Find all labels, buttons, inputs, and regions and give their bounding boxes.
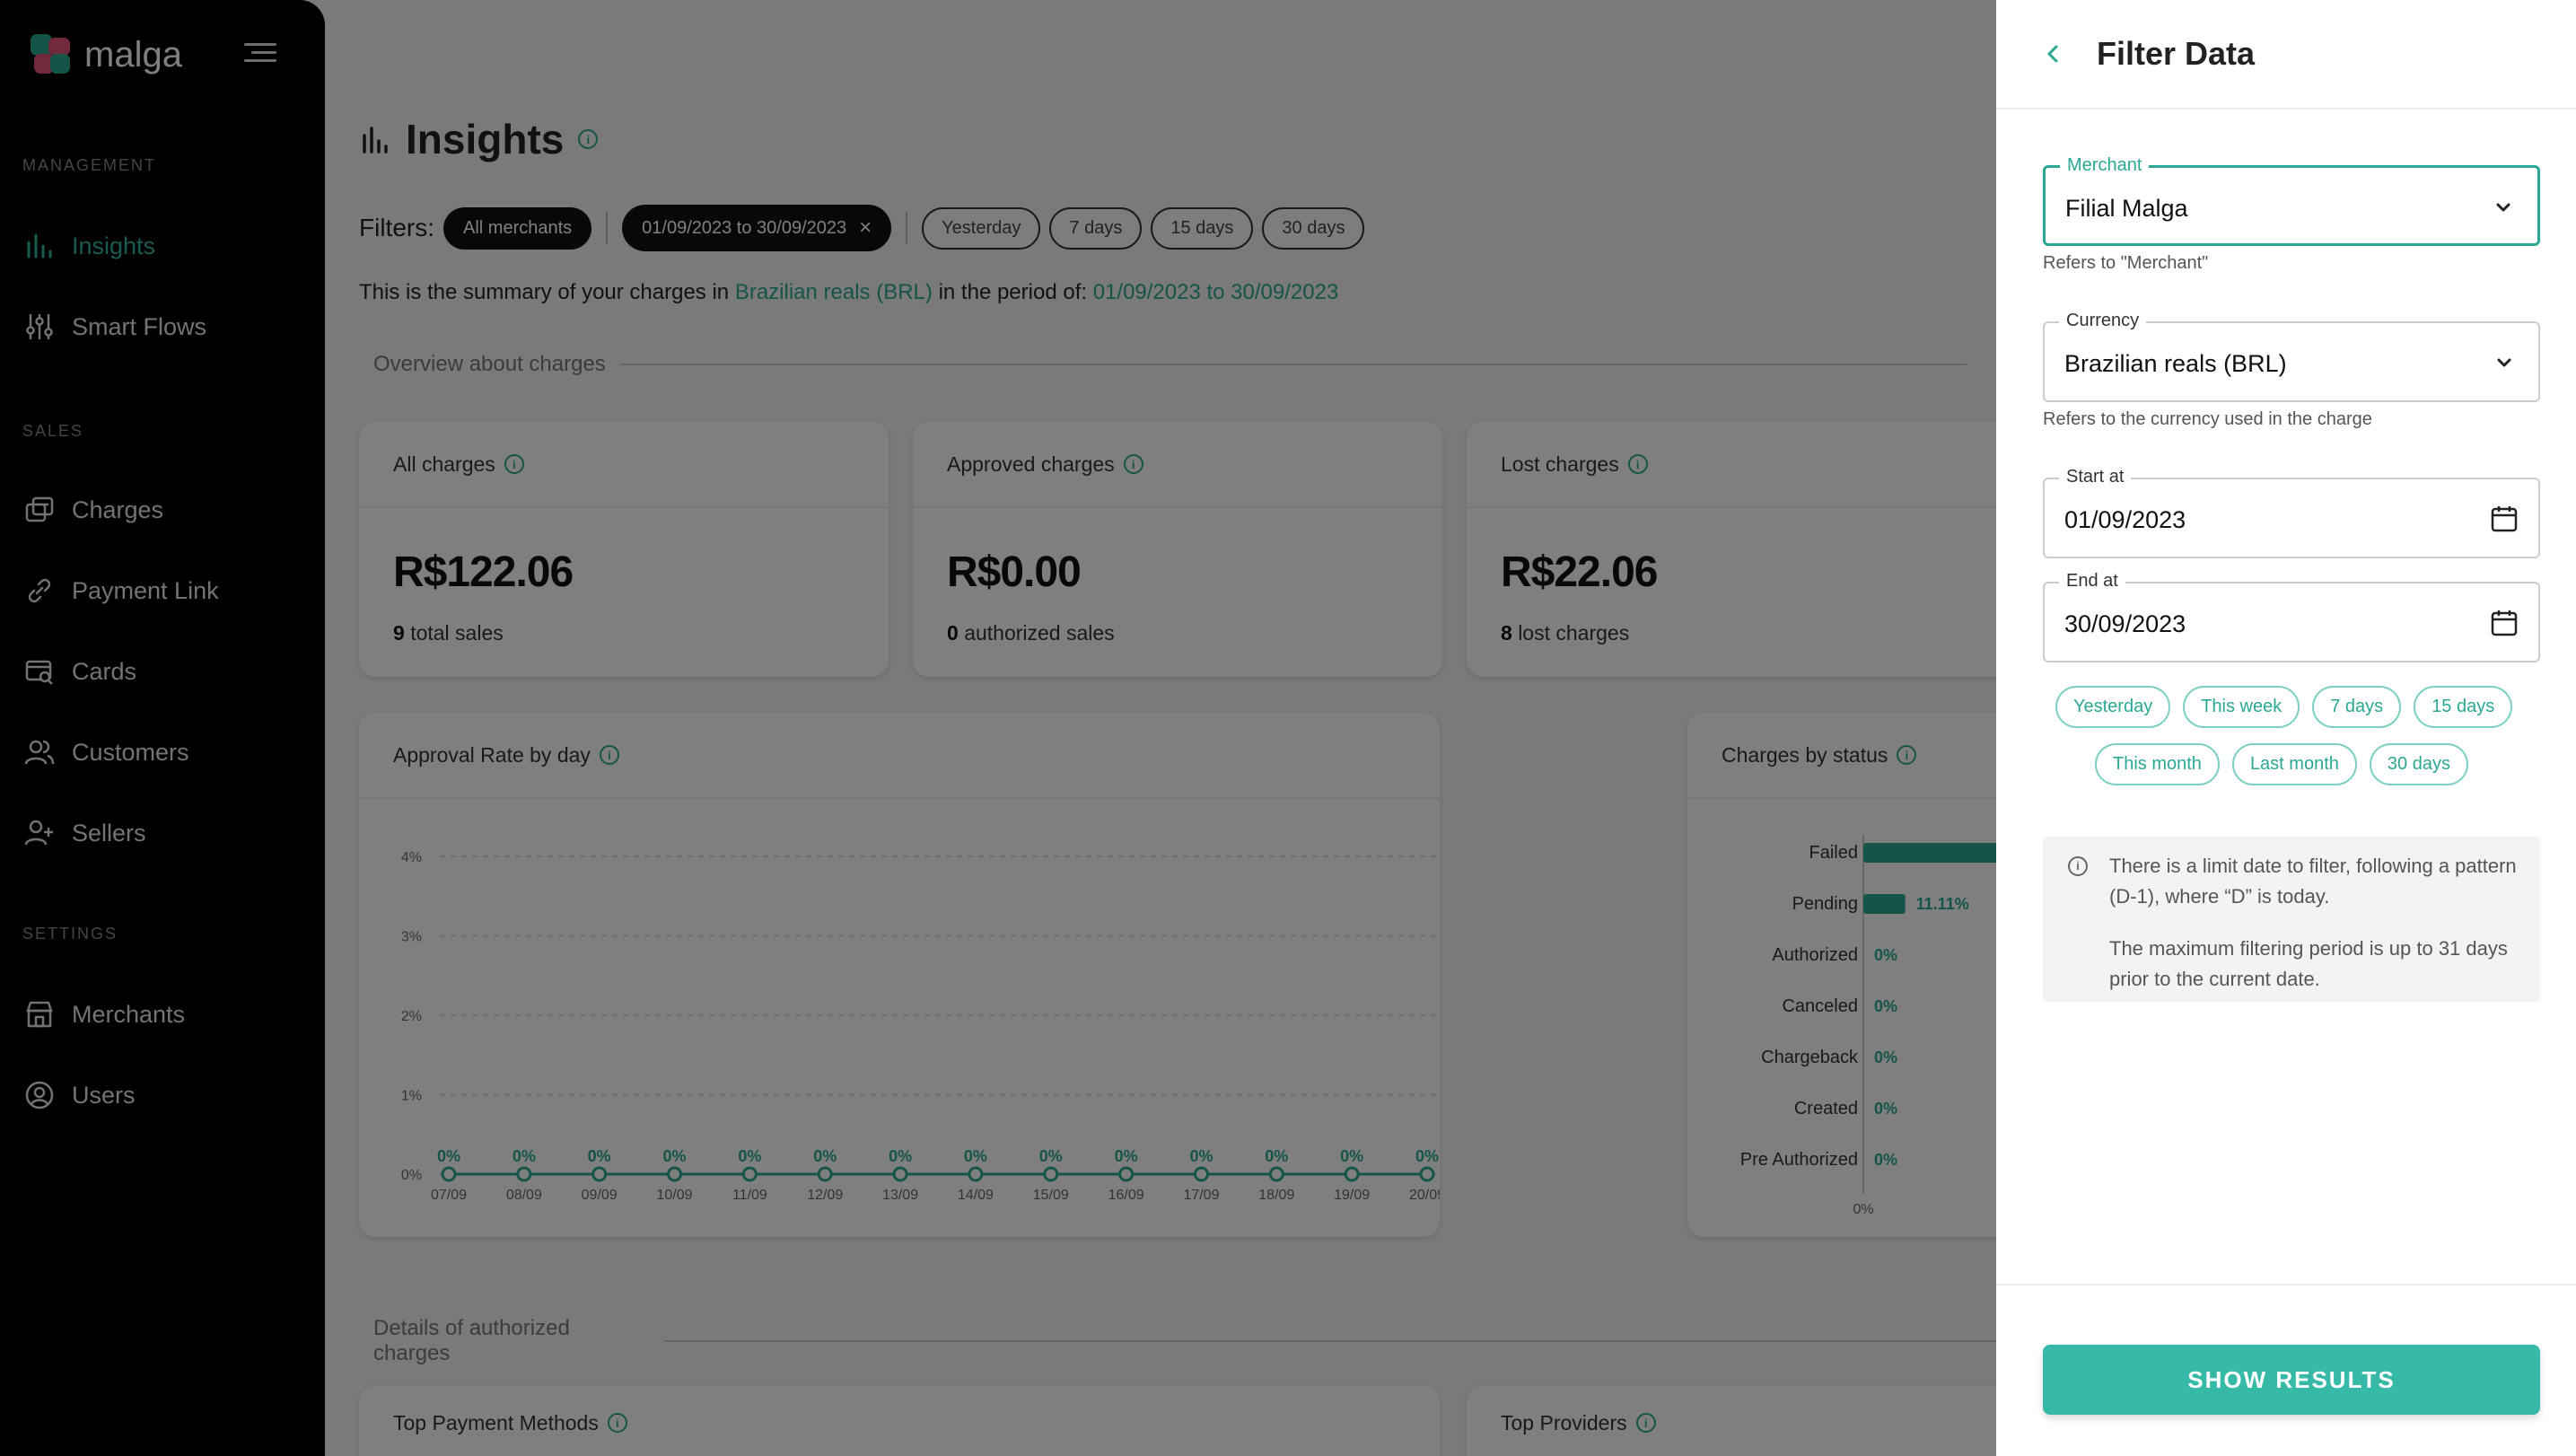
merchant-helper-text: Refers to "Merchant" bbox=[2043, 253, 2209, 273]
drawer-title: Filter Data bbox=[2097, 35, 2256, 72]
field-label: End at bbox=[2059, 571, 2125, 592]
calendar-icon[interactable] bbox=[2488, 503, 2520, 535]
filter-drawer: Filter Data Merchant Filial Malga Refers… bbox=[1996, 0, 2576, 1456]
currency-select[interactable]: Currency Brazilian reals (BRL) bbox=[2043, 311, 2540, 402]
field-value: 01/09/2023 bbox=[2064, 506, 2186, 533]
field-label: Start at bbox=[2059, 467, 2132, 487]
quick-date-7-days[interactable]: 7 days bbox=[2312, 686, 2402, 728]
field-label: Currency bbox=[2059, 311, 2147, 331]
info-icon: i bbox=[2068, 856, 2088, 876]
quick-date-last-month[interactable]: Last month bbox=[2231, 743, 2357, 785]
end-date-field[interactable]: End at 30/09/2023 bbox=[2043, 571, 2540, 662]
quick-date-row-1: Yesterday This week 7 days 15 days bbox=[2055, 686, 2513, 728]
quick-date-30-days[interactable]: 30 days bbox=[2369, 743, 2468, 785]
calendar-icon[interactable] bbox=[2488, 607, 2520, 639]
drawer-footer: SHOW RESULTS bbox=[1996, 1284, 2576, 1456]
field-value: Brazilian reals (BRL) bbox=[2064, 350, 2287, 377]
quick-date-this-month[interactable]: This month bbox=[2095, 743, 2220, 785]
quick-date-row-2: This month Last month 30 days bbox=[2095, 743, 2468, 785]
quick-date-yesterday[interactable]: Yesterday bbox=[2055, 686, 2171, 728]
field-value: Filial Malga bbox=[2065, 195, 2188, 222]
chevron-left-icon[interactable] bbox=[2043, 43, 2064, 65]
notice-line-2: The maximum filtering period is up to 31… bbox=[2109, 937, 2508, 990]
show-results-button[interactable]: SHOW RESULTS bbox=[2043, 1345, 2540, 1415]
start-date-field[interactable]: Start at 01/09/2023 bbox=[2043, 467, 2540, 558]
field-value: 30/09/2023 bbox=[2064, 610, 2186, 637]
filter-limit-notice: i There is a limit date to filter, follo… bbox=[2043, 837, 2540, 1002]
drawer-header: Filter Data bbox=[1996, 0, 2576, 110]
chevron-down-icon bbox=[2496, 203, 2510, 212]
chevron-down-icon bbox=[2497, 358, 2511, 367]
quick-date-15-days[interactable]: 15 days bbox=[2414, 686, 2513, 728]
field-label: Merchant bbox=[2060, 155, 2150, 176]
notice-line-1: There is a limit date to filter, followi… bbox=[2109, 855, 2517, 908]
currency-helper-text: Refers to the currency used in the charg… bbox=[2043, 409, 2372, 429]
merchant-select[interactable]: Merchant Filial Malga bbox=[2043, 155, 2540, 246]
quick-date-this-week[interactable]: This week bbox=[2183, 686, 2300, 728]
modal-overlay[interactable] bbox=[0, 0, 1996, 1456]
